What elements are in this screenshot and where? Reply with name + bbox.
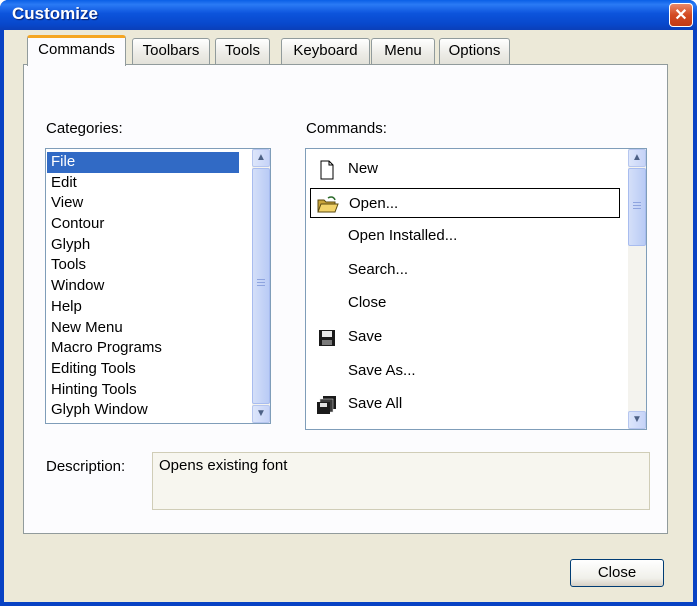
tab-label: Options — [448, 42, 501, 59]
command-item[interactable]: Search... — [310, 255, 620, 285]
category-item[interactable]: Contour — [47, 214, 239, 235]
tab-toolbars[interactable]: Toolbars — [132, 38, 210, 64]
save-all-icon — [316, 395, 338, 415]
command-label: Save As... — [348, 361, 416, 379]
floppy-disk-icon — [316, 328, 338, 348]
tab-commands[interactable]: Commands — [27, 35, 126, 66]
command-item[interactable]: Save As... — [310, 356, 620, 386]
commands-listbox[interactable]: New Open... Open Installed... Search... Clo… — [305, 148, 647, 430]
window-close-button[interactable]: ✕ — [669, 3, 693, 27]
categories-scrollbar[interactable]: ▲ ▼ — [252, 149, 270, 423]
command-label: Open... — [349, 194, 399, 212]
description-text: Opens existing font — [159, 457, 288, 474]
category-item[interactable]: View — [47, 193, 239, 214]
categories-label: Categories: — [46, 120, 123, 137]
command-item[interactable]: Open... — [310, 187, 620, 218]
tab-label: Keyboard — [293, 42, 358, 59]
command-label: Save — [348, 328, 383, 345]
command-item[interactable]: New — [310, 154, 620, 184]
command-label: Close — [348, 294, 387, 312]
command-label: Search... — [348, 260, 409, 278]
tab-keyboard[interactable]: Keyboard — [281, 38, 370, 64]
chevron-up-icon: ▲ — [632, 152, 642, 163]
category-item[interactable]: Hinting Tools — [47, 380, 239, 401]
category-item[interactable]: Editing Tools — [47, 359, 239, 380]
command-item[interactable]: Save — [310, 322, 620, 352]
category-item[interactable]: Tools — [47, 255, 239, 276]
category-item[interactable]: Glyph — [47, 235, 239, 256]
tab-label: Commands — [38, 41, 115, 58]
window-title: Customize — [12, 4, 98, 23]
category-item[interactable]: Edit — [47, 173, 239, 194]
commands-scrollbar[interactable]: ▲ ▼ — [628, 149, 646, 429]
close-icon: ✕ — [674, 7, 688, 24]
tab-tools[interactable]: Tools — [215, 38, 270, 64]
command-label: Save All — [348, 395, 403, 413]
command-item[interactable]: Open Installed... — [310, 221, 620, 251]
tab-label: Toolbars — [142, 42, 200, 59]
chevron-down-icon: ▼ — [632, 414, 642, 425]
scroll-thumb[interactable] — [628, 168, 646, 246]
chevron-up-icon: ▲ — [256, 152, 266, 163]
description-label: Description: — [46, 458, 126, 475]
category-item[interactable]: Window — [47, 276, 239, 297]
category-item[interactable]: Help — [47, 297, 239, 318]
scroll-down-button[interactable]: ▼ — [628, 411, 646, 429]
command-label: New — [348, 160, 379, 177]
categories-listbox[interactable]: File Edit View Contour Glyph Tools Window Help N… — [45, 148, 271, 424]
title-bar[interactable]: Customize ✕ — [0, 0, 697, 30]
close-button-label: Close — [597, 564, 637, 581]
open-folder-icon — [317, 195, 339, 215]
description-box: Opens existing font — [152, 452, 650, 510]
scroll-up-button[interactable]: ▲ — [628, 149, 646, 167]
category-item[interactable]: Macro Programs — [47, 338, 239, 359]
command-label: Open Installed... — [348, 227, 458, 245]
command-item[interactable]: Save All — [310, 389, 620, 419]
scroll-down-button[interactable]: ▼ — [252, 405, 270, 423]
category-item[interactable]: File — [47, 152, 239, 173]
new-document-icon — [316, 160, 338, 180]
command-item[interactable]: Close — [310, 288, 620, 318]
category-item[interactable]: New Menu — [47, 318, 239, 339]
close-button[interactable]: Close — [570, 559, 664, 587]
tab-options[interactable]: Options — [439, 38, 510, 64]
tab-label: Menu — [384, 42, 422, 59]
scroll-up-button[interactable]: ▲ — [252, 149, 270, 167]
category-item[interactable]: Glyph Window — [47, 400, 239, 421]
tab-menu[interactable]: Menu — [371, 38, 435, 64]
commands-label: Commands: — [306, 120, 387, 137]
chevron-down-icon: ▼ — [256, 408, 266, 419]
scroll-thumb[interactable] — [252, 168, 270, 404]
tab-label: Tools — [224, 42, 261, 59]
